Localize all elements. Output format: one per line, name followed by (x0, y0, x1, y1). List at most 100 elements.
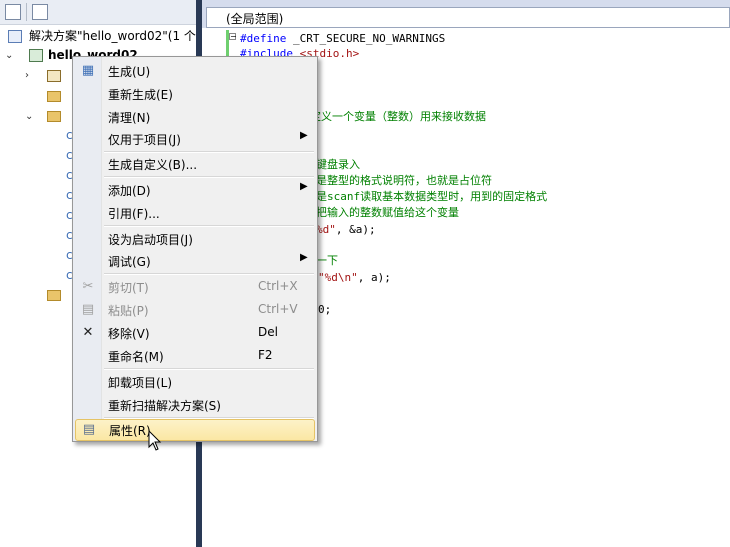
menu-separator (104, 273, 314, 275)
tree-row-file[interactable]: c (62, 186, 73, 205)
menu-item-label: 移除(V) (108, 327, 150, 341)
menu-item-remove[interactable]: ✕ 移除(V) Del (73, 322, 317, 343)
properties-toolbar-icon[interactable] (5, 4, 21, 20)
menu-item-label: 卸载项目(L) (108, 376, 173, 390)
code-token: 是整型的格式说明符，也就是占位符 (316, 174, 492, 187)
menu-item-label: 清理(N) (108, 111, 151, 125)
menu-item-label: 仅用于项目(J) (108, 133, 181, 147)
tree-row-solution[interactable]: 解决方案"hello_word02"(1 个项 (0, 27, 208, 46)
menu-item-paste[interactable]: ▤ 粘贴(P) Ctrl+V (73, 299, 317, 320)
code-line: %d", &a); (316, 222, 376, 238)
menu-item-build-customizations[interactable]: 生成自定义(B)... (73, 153, 317, 174)
menu-item-label: 生成(U) (108, 65, 151, 79)
menu-item-unload-project[interactable]: 卸载项目(L) (73, 371, 317, 392)
menu-item-label: 调试(G) (108, 255, 151, 269)
tree-row-folder-2[interactable]: ⌄ (0, 107, 72, 126)
menu-item-label: 属性(R) (109, 424, 151, 438)
submenu-arrow-icon: ▶ (300, 130, 308, 141)
code-token: "%d\n" (318, 271, 358, 284)
expand-arrow-icon[interactable]: ⌄ (5, 46, 13, 65)
folder-icon (47, 290, 61, 301)
remove-icon: ✕ (82, 325, 94, 340)
folder-open-icon (47, 111, 61, 122)
menu-item-set-startup[interactable]: 设为启动项目(J) (73, 228, 317, 249)
menu-item-label: 重新生成(E) (108, 88, 173, 102)
tree-row-file[interactable]: c (62, 166, 73, 185)
scope-dropdown-value: (全局范围) (226, 12, 284, 26)
menu-item-label: 添加(D) (108, 184, 151, 198)
code-line: 是scanf读取基本数据类型时，用到的固定格式 (316, 189, 547, 205)
menu-item-label: 生成自定义(B)... (108, 158, 198, 172)
tree-row-folder-3[interactable] (0, 286, 72, 305)
menu-item-clean[interactable]: 清理(N) (73, 106, 317, 127)
menu-item-rebuild[interactable]: 重新生成(E) (73, 83, 317, 104)
menu-item-label: 重新扫描解决方案(S) (108, 399, 221, 413)
project-icon (29, 49, 43, 62)
menu-item-build[interactable]: ▦ 生成(U) (73, 60, 317, 81)
menu-item-rename[interactable]: 重命名(M) F2 (73, 345, 317, 366)
menu-separator (104, 225, 314, 227)
code-line: 0; (318, 302, 331, 318)
build-icon: ▦ (81, 63, 95, 78)
tree-row-file[interactable]: c (62, 246, 73, 265)
menu-separator (104, 368, 314, 370)
code-token: #define (240, 32, 287, 45)
code-token: 把输入的整数赋值给这个变量 (316, 206, 459, 219)
tree-row-folder-1[interactable] (0, 87, 72, 106)
code-token: 是scanf读取基本数据类型时，用到的固定格式 (316, 190, 548, 203)
tree-row-file[interactable]: c (62, 266, 73, 285)
solution-explorer-toolbar (0, 0, 196, 25)
menu-separator (104, 176, 314, 178)
code-token: 一下 (316, 254, 338, 267)
code-line: #define _CRT_SECURE_NO_WARNINGS (240, 31, 445, 47)
code-token: , &a); (335, 223, 376, 236)
menu-item-shortcut: Ctrl+V (258, 302, 298, 316)
code-token: _CRT_SECURE_NO_WARNINGS (286, 32, 446, 45)
submenu-arrow-icon: ▶ (300, 252, 308, 263)
menu-item-label: 重命名(M) (108, 350, 164, 364)
menu-item-cut[interactable]: ✂ 剪切(T) Ctrl+X (73, 276, 317, 297)
scope-dropdown[interactable] (206, 7, 730, 28)
menu-item-label: 剪切(T) (108, 281, 149, 295)
tree-row-file[interactable]: c (62, 126, 73, 145)
code-line: 把输入的整数赋值给这个变量 (316, 205, 459, 221)
code-token: , a); (357, 271, 391, 284)
menu-item-project-only[interactable]: 仅用于项目(J) ▶ (73, 128, 317, 149)
menu-item-shortcut: F2 (258, 348, 273, 362)
code-line: 一下 (316, 253, 338, 269)
tree-row-file[interactable]: c (62, 226, 73, 245)
collapse-toggle-icon[interactable]: − (229, 33, 237, 41)
tree-row-file[interactable]: c (62, 146, 73, 165)
code-token: %d" (316, 223, 336, 236)
menu-item-label: 引用(F)... (108, 207, 160, 221)
menu-item-debug[interactable]: 调试(G) ▶ (73, 250, 317, 271)
tree-row-file[interactable]: c (62, 206, 73, 225)
menu-item-add[interactable]: 添加(D) ▶ (73, 179, 317, 200)
menu-item-properties[interactable]: ▤ 属性(R) (75, 419, 315, 441)
show-all-files-icon[interactable] (32, 4, 48, 20)
menu-item-label: 粘贴(P) (108, 304, 149, 318)
collapsed-arrow-icon[interactable]: › (25, 66, 29, 85)
menu-item-shortcut: Del (258, 325, 278, 339)
folder-icon (47, 91, 61, 102)
code-token: 0; (318, 303, 332, 316)
menu-item-references[interactable]: 引用(F)... (73, 202, 317, 223)
solution-label: 解决方案"hello_word02"(1 个项 (29, 29, 208, 43)
code-line: "%d\n", a); (318, 270, 391, 286)
code-line: 键盘录入 (316, 157, 360, 173)
expand-arrow-icon[interactable]: ⌄ (25, 107, 33, 126)
code-token: 定义一个变量（整数）用来接收数据 (310, 110, 486, 123)
cut-icon: ✂ (82, 279, 94, 294)
menu-item-shortcut: Ctrl+X (258, 279, 298, 293)
properties-icon: ▤ (82, 422, 96, 437)
references-icon (47, 70, 61, 82)
paste-icon: ▤ (81, 302, 95, 317)
code-line: 是整型的格式说明符，也就是占位符 (316, 173, 492, 189)
menu-item-rescan-solution[interactable]: 重新扫描解决方案(S) (73, 394, 317, 415)
toolbar-divider (26, 3, 27, 21)
solution-icon (8, 30, 22, 43)
code-line: 定义一个变量（整数）用来接收数据 (310, 109, 486, 125)
code-token: 键盘录入 (316, 158, 360, 171)
submenu-arrow-icon: ▶ (300, 181, 308, 192)
tree-row-references[interactable]: › (0, 66, 72, 85)
